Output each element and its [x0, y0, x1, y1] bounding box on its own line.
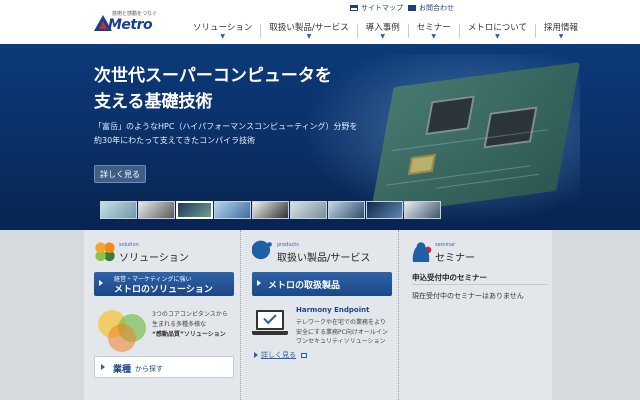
solution-column: solution ソリューション 経営・マーケティングに強い メトロのソリューシ… — [84, 230, 241, 400]
hero-thumbnail[interactable] — [290, 201, 327, 219]
hero-thumbnail[interactable] — [100, 201, 137, 219]
global-nav: ソリューション ▼ 取扱い製品/サービス ▼ 導入事例 ▼ セミナー ▼ メトロ… — [185, 22, 586, 42]
nav-solution[interactable]: ソリューション ▼ — [185, 22, 260, 42]
sitemap-icon — [350, 5, 358, 11]
divider — [412, 284, 548, 285]
nav-about[interactable]: メトロについて ▼ — [460, 22, 535, 42]
hero-thumbnail[interactable] — [366, 201, 403, 219]
metro-solution-button[interactable]: 経営・マーケティングに強い メトロのソリューション — [94, 272, 234, 296]
site-header: 技術と感動をつなぐ Metro サイトマップ お問合わせ ソリューション ▼ 取… — [0, 0, 640, 44]
solution-description: 3つのコアコンピタンスから 生まれる多種多様な “感動品質”ソリューション — [152, 311, 228, 338]
nav-recruit[interactable]: 採用情報 ▼ — [536, 22, 586, 42]
hero-thumbnail[interactable] — [252, 201, 289, 219]
arrow-right-icon — [101, 364, 105, 370]
sitemap-link[interactable]: サイトマップ — [350, 3, 403, 13]
content-side-right — [552, 230, 640, 400]
products-heading: products 取扱い製品/サービス — [252, 240, 392, 268]
solution-heading: solution ソリューション — [94, 240, 234, 268]
arrow-right-icon — [99, 280, 103, 286]
circuit-trace — [385, 165, 531, 186]
seminar-heading: seminar セミナー — [410, 240, 550, 268]
arrow-right-icon — [254, 352, 258, 358]
hero-description: 「富岳」のようなHPC（ハイパフォーマンスコンピューティング）分野を 約30年に… — [94, 122, 358, 145]
chevron-down-icon: ▼ — [495, 33, 500, 40]
seminar-icon — [410, 240, 432, 262]
products-icon — [252, 240, 274, 262]
logo-name: Metro — [108, 17, 153, 33]
nav-seminar[interactable]: セミナー ▼ — [409, 22, 459, 42]
products-more-link[interactable]: 詳しく見る — [254, 350, 307, 360]
chip-icon — [483, 106, 538, 149]
hero-detail-button[interactable]: 詳しく見る — [94, 165, 146, 183]
logo-tagline: 技術と感動をつなぐ — [112, 11, 158, 17]
laptop-shield-icon — [252, 310, 288, 340]
chip-icon — [425, 95, 475, 136]
mail-icon — [408, 5, 416, 11]
harmony-endpoint-description: テレワークや在宅での業務をより 安全にする業務PC向けオールイン ワンセキュリテ… — [296, 319, 388, 345]
chevron-down-icon: ▼ — [220, 33, 225, 40]
content-side-left — [0, 230, 84, 400]
hero-banner: 次世代スーパーコンピュータを 支える基礎技術 「富岳」のようなHPC（ハイパフォ… — [0, 44, 640, 230]
chevron-down-icon: ▼ — [558, 33, 564, 40]
solution-icon — [94, 240, 116, 262]
arrow-right-icon — [257, 280, 261, 286]
harmony-endpoint-title[interactable]: Harmony Endpoint — [296, 306, 369, 314]
products-column: products 取扱い製品/サービス メトロの取扱製品 Harmony End… — [242, 230, 399, 400]
nav-cases[interactable]: 導入事例 ▼ — [358, 22, 408, 42]
hero-title: 次世代スーパーコンピュータを 支える基礎技術 — [94, 66, 332, 112]
chevron-down-icon: ▼ — [431, 33, 437, 40]
hero-thumbnail[interactable] — [404, 201, 441, 219]
metro-products-button[interactable]: メトロの取扱製品 — [252, 272, 392, 296]
chip-icon — [407, 153, 436, 176]
contact-link[interactable]: お問合わせ — [408, 3, 454, 13]
hero-thumbnails — [100, 201, 441, 219]
sitemap-label: サイトマップ — [361, 4, 403, 12]
seminar-column: seminar セミナー 申込受付中のセミナー 現在受付中のセミナーはありません — [400, 230, 552, 400]
seminar-subheading: 申込受付中のセミナー — [412, 273, 487, 282]
metro-logo[interactable]: 技術と感動をつなぐ Metro — [94, 10, 174, 34]
external-link-icon — [301, 352, 307, 358]
chevron-down-icon: ▼ — [306, 33, 312, 40]
seminar-status-text: 現在受付中のセミナーはありません — [412, 292, 524, 300]
chevron-down-icon: ▼ — [380, 33, 386, 40]
content-area: solution ソリューション 経営・マーケティングに強い メトロのソリューシ… — [84, 230, 552, 400]
contact-label: お問合わせ — [419, 4, 454, 12]
core-competence-diagram — [98, 310, 148, 352]
hero-thumbnail[interactable] — [138, 201, 175, 219]
hero-thumbnail[interactable] — [176, 201, 213, 219]
hero-thumbnail[interactable] — [214, 201, 251, 219]
hero-thumbnail[interactable] — [328, 201, 365, 219]
search-by-industry-button[interactable]: 業種 から探す — [94, 356, 234, 378]
nav-products[interactable]: 取扱い製品/サービス ▼ — [261, 22, 356, 42]
